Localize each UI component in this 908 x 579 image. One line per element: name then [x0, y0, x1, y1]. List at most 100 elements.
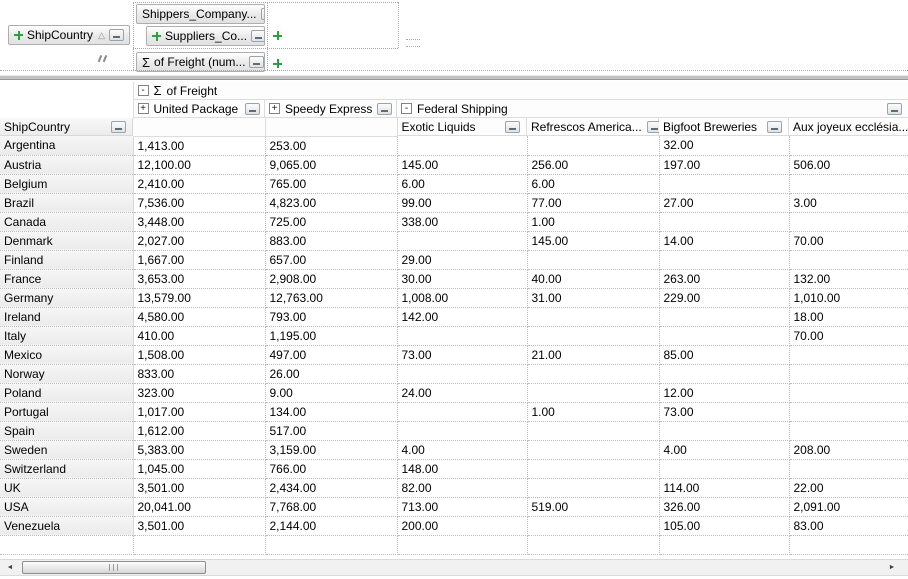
data-cell[interactable]: [397, 421, 527, 440]
data-cell[interactable]: 793.00: [265, 307, 397, 326]
data-cell[interactable]: 766.00: [265, 459, 397, 478]
data-cell[interactable]: 519.00: [527, 497, 659, 516]
data-cell[interactable]: 22.00: [789, 478, 908, 497]
data-cell[interactable]: [527, 136, 659, 155]
data-cell[interactable]: [527, 326, 659, 345]
data-cell[interactable]: 2,908.00: [265, 269, 397, 288]
data-cell[interactable]: 2,434.00: [265, 478, 397, 497]
data-cell[interactable]: [397, 326, 527, 345]
data-cell[interactable]: 883.00: [265, 231, 397, 250]
data-cell[interactable]: [527, 440, 659, 459]
sub-column-aux-joyeux[interactable]: Aux joyeux ecclésia...: [789, 118, 908, 136]
data-cell[interactable]: 21.00: [527, 345, 659, 364]
scroll-right-arrow-icon[interactable]: ►: [884, 560, 900, 575]
data-cell[interactable]: 323.00: [133, 383, 265, 402]
data-cell[interactable]: 253.00: [265, 136, 397, 155]
data-cell[interactable]: [397, 231, 527, 250]
data-cell[interactable]: 83.00: [789, 516, 908, 535]
data-cell[interactable]: 1,017.00: [133, 402, 265, 421]
data-cell[interactable]: 197.00: [659, 155, 789, 174]
data-cell[interactable]: 77.00: [527, 193, 659, 212]
sub-column-refrescos-americanas[interactable]: Refrescos America...: [527, 118, 659, 136]
data-cell[interactable]: 70.00: [789, 326, 908, 345]
expand-icon[interactable]: +: [269, 103, 280, 114]
data-cell[interactable]: 99.00: [397, 193, 527, 212]
data-cell[interactable]: 3,159.00: [265, 440, 397, 459]
data-cell[interactable]: 1,612.00: [133, 421, 265, 440]
row-label[interactable]: Germany: [0, 288, 133, 307]
data-cell[interactable]: 145.00: [397, 155, 527, 174]
filter-icon[interactable]: [505, 121, 520, 133]
row-label[interactable]: Venezuela: [0, 516, 133, 535]
data-cell[interactable]: 1,508.00: [133, 345, 265, 364]
data-cell[interactable]: 657.00: [265, 250, 397, 269]
filter-icon[interactable]: [887, 103, 902, 115]
data-cell[interactable]: 4.00: [397, 440, 527, 459]
data-cell[interactable]: 2,410.00: [133, 174, 265, 193]
data-cell[interactable]: 3,501.00: [133, 478, 265, 497]
row-label[interactable]: Austria: [0, 155, 133, 174]
row-label[interactable]: Brazil: [0, 193, 133, 212]
data-cell[interactable]: [527, 516, 659, 535]
data-cell[interactable]: [527, 478, 659, 497]
column-group-united-package[interactable]: + United Package: [134, 100, 266, 118]
row-label[interactable]: Denmark: [0, 231, 133, 250]
data-cell[interactable]: 20,041.00: [133, 497, 265, 516]
data-cell[interactable]: 134.00: [265, 402, 397, 421]
horizontal-scrollbar[interactable]: ◄ ►: [0, 559, 908, 576]
column-group-federal-shipping[interactable]: - Federal Shipping: [397, 100, 908, 118]
data-cell[interactable]: 517.00: [265, 421, 397, 440]
data-cell[interactable]: [789, 250, 908, 269]
data-cell[interactable]: 1,413.00: [133, 136, 265, 155]
data-cell[interactable]: 2,091.00: [789, 497, 908, 516]
data-cell[interactable]: 12.00: [659, 383, 789, 402]
sub-column-exotic-liquids[interactable]: Exotic Liquids: [398, 118, 528, 136]
data-cell[interactable]: 4,823.00: [265, 193, 397, 212]
data-cell[interactable]: [659, 364, 789, 383]
data-cell[interactable]: 12,100.00: [133, 155, 265, 174]
data-cell[interactable]: 1,667.00: [133, 250, 265, 269]
data-cell[interactable]: [789, 212, 908, 231]
data-cell[interactable]: 145.00: [527, 231, 659, 250]
row-label[interactable]: Ireland: [0, 307, 133, 326]
data-cell[interactable]: 3,501.00: [133, 516, 265, 535]
data-cell[interactable]: 6.00: [397, 174, 527, 193]
data-cell[interactable]: 256.00: [527, 155, 659, 174]
field-button-shipcountry[interactable]: ShipCountry △: [8, 25, 130, 45]
data-cell[interactable]: [659, 307, 789, 326]
data-cell[interactable]: 148.00: [397, 459, 527, 478]
row-label[interactable]: Poland: [0, 383, 133, 402]
data-cell[interactable]: 7,768.00: [265, 497, 397, 516]
data-cell[interactable]: 725.00: [265, 212, 397, 231]
data-cell[interactable]: 142.00: [397, 307, 527, 326]
data-cell[interactable]: [527, 421, 659, 440]
row-label[interactable]: Canada: [0, 212, 133, 231]
data-cell[interactable]: [527, 459, 659, 478]
data-cell[interactable]: [789, 364, 908, 383]
data-cell[interactable]: [659, 326, 789, 345]
data-cell[interactable]: [527, 250, 659, 269]
filter-icon[interactable]: [647, 121, 659, 133]
data-cell[interactable]: 229.00: [659, 288, 789, 307]
data-cell[interactable]: 24.00: [397, 383, 527, 402]
field-button-suppliers-company[interactable]: Suppliers_Co...: [146, 26, 265, 46]
data-cell[interactable]: 833.00: [133, 364, 265, 383]
data-cell[interactable]: [789, 402, 908, 421]
row-label[interactable]: France: [0, 269, 133, 288]
field-button-sum-of-freight[interactable]: Σ of Freight (num...: [136, 52, 265, 72]
data-cell[interactable]: 3,653.00: [133, 269, 265, 288]
data-cell[interactable]: [397, 136, 527, 155]
data-cell[interactable]: 506.00: [789, 155, 908, 174]
data-cell[interactable]: 31.00: [527, 288, 659, 307]
data-cell[interactable]: [659, 459, 789, 478]
data-cell[interactable]: 12,763.00: [265, 288, 397, 307]
data-cell[interactable]: 14.00: [659, 231, 789, 250]
collapse-icon[interactable]: -: [138, 85, 149, 96]
data-cell[interactable]: [659, 174, 789, 193]
data-cell[interactable]: 208.00: [789, 440, 908, 459]
filter-icon[interactable]: [249, 56, 264, 68]
filter-icon[interactable]: [245, 103, 260, 115]
collapse-icon[interactable]: -: [401, 103, 412, 114]
data-cell[interactable]: 13,579.00: [133, 288, 265, 307]
data-cell[interactable]: 765.00: [265, 174, 397, 193]
